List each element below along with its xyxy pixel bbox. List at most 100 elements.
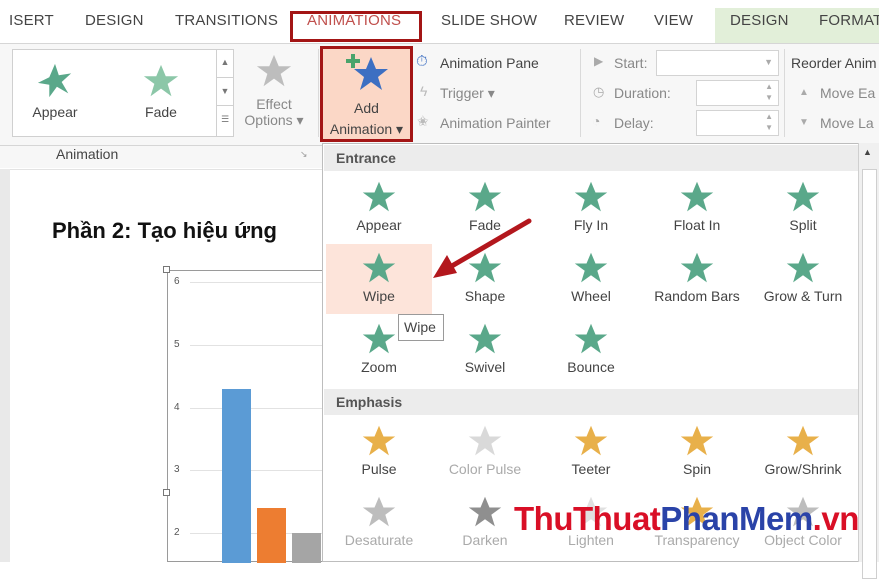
wipe-star-icon	[362, 252, 396, 283]
scroll-up-icon[interactable]: ▲	[863, 147, 872, 157]
watermark-part-3: .vn	[812, 500, 860, 537]
chart-bar[interactable]	[257, 507, 286, 563]
resize-handle[interactable]	[163, 489, 170, 496]
gallery-item-appear[interactable]: Appear	[25, 62, 85, 120]
duration-label: Duration:	[614, 85, 671, 101]
entrance-item-swivel[interactable]: Swivel	[432, 315, 538, 385]
entrance-item-float-in[interactable]: Float In	[644, 173, 750, 243]
grow-shrink-star-icon	[786, 425, 820, 456]
animation-gallery[interactable]: Appear Fade	[12, 49, 234, 137]
entrance-item-fly-in[interactable]: Fly In	[538, 173, 644, 243]
gallery-label-appear: Appear	[32, 104, 78, 120]
tab-view[interactable]: VIEW	[654, 12, 693, 42]
spin-up-icon: ▲	[765, 112, 773, 121]
pulse-star-icon	[362, 425, 396, 456]
add-animation-star-icon	[346, 54, 388, 90]
gallery-scroll-up-icon[interactable]: ▲	[216, 49, 233, 77]
y-tick-label: 4	[174, 401, 180, 413]
tab-slide-show[interactable]: SLIDE SHOW	[441, 12, 537, 42]
tab-format[interactable]: FORMAT	[819, 12, 879, 42]
wipe-tooltip: Wipe	[398, 314, 444, 341]
float-in-star-icon	[680, 181, 714, 212]
effect-options-label-1: Effect	[256, 96, 292, 112]
chart-bar[interactable]	[292, 533, 321, 563]
entrance-item-appear[interactable]: Appear	[326, 173, 432, 243]
y-tick-label: 2	[174, 527, 180, 538]
gallery-scroll-down-icon[interactable]: ▼	[216, 77, 233, 105]
delay-icon: ◔	[592, 113, 601, 129]
emphasis-item-pulse[interactable]: Pulse	[326, 417, 432, 487]
appear-star-icon	[362, 181, 396, 212]
emphasis-label: Pulse	[361, 461, 397, 477]
emphasis-label: Color Pulse	[448, 461, 522, 477]
emphasis-item-teeter[interactable]: Teeter	[538, 417, 644, 487]
split-star-icon	[786, 181, 820, 212]
watermark-part-1: ThuThuat	[514, 500, 661, 537]
move-earlier-button[interactable]: Move Ea	[820, 85, 875, 101]
entrance-label: Grow & Turn	[763, 288, 843, 304]
scroll-thumb[interactable]	[862, 169, 877, 579]
spin-down-icon: ▼	[765, 93, 773, 102]
entrance-label: Swivel	[464, 359, 506, 375]
panel-scrollbar[interactable]: ▲	[858, 143, 879, 579]
fade-star-icon	[143, 64, 179, 97]
entrance-item-wheel[interactable]: Wheel	[538, 244, 644, 314]
gallery-item-fade[interactable]: Fade	[131, 62, 191, 120]
desaturate-star-icon	[362, 496, 396, 527]
resize-handle[interactable]	[163, 266, 170, 273]
effect-options-star-icon	[256, 54, 292, 87]
move-later-icon: ▼	[799, 117, 809, 128]
teeter-star-icon	[574, 425, 608, 456]
emphasis-item-color-pulse[interactable]: Color Pulse	[432, 417, 538, 487]
start-dropdown[interactable]: ▼	[656, 50, 779, 76]
gridline	[190, 470, 336, 472]
entrance-label: Zoom	[361, 359, 397, 375]
start-label: Start:	[614, 55, 648, 71]
tab-design[interactable]: DESIGN	[85, 12, 144, 42]
entrance-item-random-bars[interactable]: Random Bars	[644, 244, 750, 314]
delay-spinner[interactable]: ▲ ▼	[696, 110, 779, 136]
start-icon: ▶	[594, 54, 604, 68]
chart-bar[interactable]	[222, 388, 251, 563]
animation-pane-button[interactable]: Animation Pane	[440, 55, 539, 71]
slide-title[interactable]: Phần 2: Tạo hiệu ứng	[52, 218, 277, 244]
entrance-item-wipe[interactable]: Wipe	[326, 244, 432, 314]
tab-review[interactable]: REVIEW	[564, 12, 624, 42]
gallery-scrollbar[interactable]: ▲ ▼ ☰	[216, 49, 233, 137]
appear-star-icon	[37, 63, 72, 98]
y-tick-label: 5	[174, 338, 180, 350]
move-earlier-icon: ▲	[799, 87, 809, 98]
add-animation-button[interactable]: Add Animation ▾	[320, 46, 413, 142]
emphasis-item-desaturate[interactable]: Desaturate	[326, 488, 432, 558]
watermark: ThuThuatPhanMem.vn	[514, 500, 859, 538]
ribbon-tab-bar: ISERT DESIGN TRANSITIONS ANIMATIONS SLID…	[0, 0, 879, 43]
entrance-label: Split	[789, 217, 817, 233]
entrance-label: Bounce	[567, 359, 615, 375]
reorder-label: Reorder Anim	[791, 55, 877, 71]
tab-chart-design[interactable]: DESIGN	[730, 12, 789, 42]
entrance-item-grow-turn[interactable]: Grow & Turn	[750, 244, 856, 314]
emphasis-item-spin[interactable]: Spin	[644, 417, 750, 487]
dialog-launcher-icon[interactable]: ↘	[300, 149, 308, 160]
chart-object[interactable]: 6 5 4 3 2	[167, 270, 337, 563]
animation-painter-button[interactable]: Animation Painter	[440, 115, 551, 131]
gridline	[190, 344, 336, 346]
duration-spinner[interactable]: ▲ ▼	[696, 80, 779, 106]
entrance-item-split[interactable]: Split	[750, 173, 856, 243]
gallery-more-icon[interactable]: ☰	[216, 105, 233, 137]
move-later-button[interactable]: Move La	[820, 115, 874, 131]
duration-icon: ◷	[593, 84, 605, 99]
tab-transitions[interactable]: TRANSITIONS	[175, 12, 278, 42]
entrance-label: Shape	[464, 288, 506, 304]
trigger-icon: ϟ	[420, 83, 428, 99]
entrance-item-bounce[interactable]: Bounce	[538, 315, 644, 385]
effect-options-button[interactable]: Effect Options ▾	[238, 52, 310, 138]
gridline	[190, 407, 336, 409]
chevron-down-icon: ▼	[764, 57, 773, 67]
trigger-button[interactable]: Trigger ▾	[440, 85, 495, 102]
emphasis-item-grow-shrink[interactable]: Grow/Shrink	[750, 417, 856, 487]
tab-insert[interactable]: ISERT	[9, 12, 54, 42]
entrance-header: Entrance	[324, 145, 859, 171]
color-pulse-star-icon	[468, 425, 502, 456]
emphasis-header: Emphasis	[324, 389, 859, 415]
